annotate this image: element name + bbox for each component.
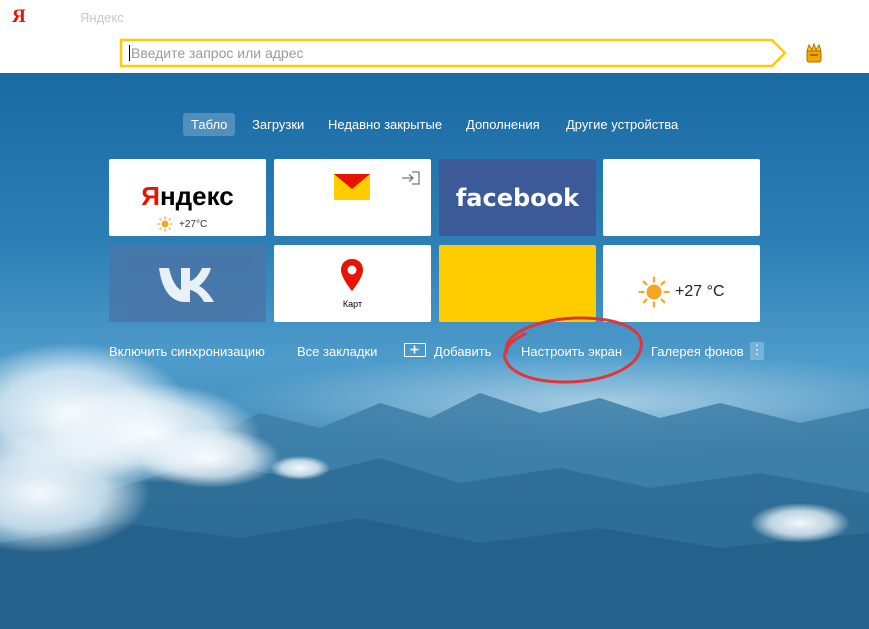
tab-downloads[interactable]: Загрузки (244, 113, 312, 136)
vk-logo-icon (159, 268, 214, 302)
tile-maps[interactable]: Карт (274, 245, 431, 322)
add-icon[interactable] (404, 343, 426, 357)
map-pin-icon (341, 259, 363, 291)
tile-facebook[interactable]: facebook (439, 159, 596, 236)
all-bookmarks-link[interactable]: Все закладки (297, 344, 377, 359)
highlight-ellipse-annotation (503, 316, 643, 384)
yandex-weather-temp: +27°C (179, 219, 208, 230)
tile-weather[interactable]: +27 °C (603, 245, 760, 322)
tab-tablo[interactable]: Табло (183, 113, 236, 136)
weather-temperature: +27 °C (675, 283, 725, 300)
plus-icon (410, 345, 419, 354)
profile-avatar-icon[interactable] (803, 42, 825, 64)
tab-title[interactable]: Яндекс (80, 10, 124, 25)
yandex-wordmark-rest: ндекс (159, 181, 234, 211)
background-gallery-link[interactable]: Галерея фонов (651, 344, 744, 359)
mail-envelope-icon (334, 174, 370, 200)
tile-yandex[interactable]: Яндекс +27°C (109, 159, 266, 236)
maps-label: Карт (342, 299, 363, 309)
add-link[interactable]: Добавить (434, 344, 491, 359)
tile-mail[interactable] (274, 159, 431, 236)
more-options-icon[interactable]: ⋮ (750, 342, 764, 360)
browser-top-bar: Я Яндекс (0, 0, 869, 73)
sun-icon (638, 276, 670, 308)
yandex-logo[interactable]: Я (12, 6, 26, 28)
omnibox[interactable] (119, 38, 787, 68)
enter-arrow-icon[interactable] (401, 171, 421, 185)
tile-yellow[interactable] (439, 245, 596, 322)
yandex-wordmark-first: Я (141, 181, 160, 211)
tab-recently-closed[interactable]: Недавно закрытые (320, 113, 450, 136)
tile-vk[interactable] (109, 245, 266, 322)
tab-other-devices[interactable]: Другие устройства (558, 113, 686, 136)
text-caret (129, 45, 130, 61)
facebook-wordmark: facebook (455, 184, 580, 212)
tab-extensions[interactable]: Дополнения (458, 113, 548, 136)
tile-empty[interactable] (603, 159, 760, 236)
sync-link[interactable]: Включить синхронизацию (109, 344, 265, 359)
sun-icon (157, 216, 173, 232)
omnibox-input[interactable] (131, 44, 751, 62)
yandex-wordmark: Яндекс (109, 181, 266, 212)
